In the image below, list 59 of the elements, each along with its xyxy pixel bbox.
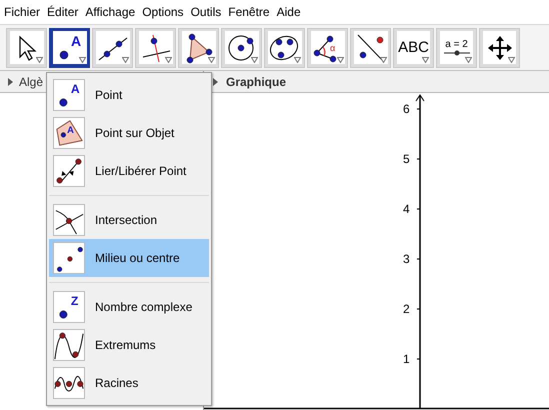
tool-button[interactable]: a = 2 [436, 28, 477, 68]
tool-button[interactable] [479, 28, 520, 68]
dropdown-item[interactable]: Intersection [49, 201, 209, 239]
dropdown-item[interactable]: A Point [49, 76, 209, 114]
menu-item[interactable]: Outils [190, 3, 222, 21]
panel-title: Graphique [226, 74, 286, 90]
expand-arrow-icon[interactable] [213, 78, 218, 86]
intersect-tool-icon [53, 204, 85, 236]
menu-item[interactable]: Fichier [4, 3, 40, 21]
menu-item[interactable]: Aide [276, 3, 301, 21]
roots-tool-icon [53, 367, 85, 399]
caret-icon [380, 57, 386, 63]
axis-tick-label: 4 [403, 202, 410, 216]
extremum-tool-icon [53, 329, 85, 361]
expand-arrow-icon[interactable] [8, 78, 13, 86]
dropdown-item[interactable]: Lier/Libérer Point [49, 152, 209, 190]
caret-icon [250, 57, 258, 63]
tool-button[interactable]: ABC [393, 28, 434, 68]
axis-tick-label: 3 [403, 252, 410, 266]
axis-tick-label: 6 [403, 102, 410, 116]
complex-tool-icon: Z [53, 291, 85, 323]
dropdown-item[interactable]: Racines [49, 364, 209, 402]
menu-item[interactable]: Options [142, 3, 184, 21]
caret-icon [465, 57, 472, 63]
axis-tick-label: 1 [403, 352, 410, 366]
caret-icon [36, 57, 42, 63]
dropdown-item[interactable]: Z Nombre complexe [49, 288, 209, 326]
text-tool-label: ABC [398, 40, 429, 55]
tool-button[interactable] [350, 28, 391, 68]
caret-icon [164, 57, 172, 63]
point-tool-icon: A [53, 79, 85, 111]
caret-icon [208, 57, 214, 63]
menu-item[interactable]: Éditer [47, 3, 78, 21]
menu-item[interactable]: Fenêtre [228, 3, 270, 21]
caret-icon [294, 57, 300, 63]
dropdown-item[interactable]: A Point sur Objet [49, 114, 209, 152]
axis-tick-label: 2 [403, 302, 410, 316]
menu-item[interactable]: Affichage [85, 3, 136, 21]
tool-button[interactable] [221, 28, 262, 68]
caret-icon [122, 57, 128, 63]
axis-tick-label: 5 [403, 152, 410, 166]
tool-button[interactable] [178, 28, 219, 68]
midpoint-tool-icon [53, 242, 85, 274]
dropdown-item[interactable]: Extremums [49, 326, 209, 364]
slider-icon [444, 50, 470, 56]
caret-icon [422, 57, 429, 63]
attach-tool-icon [53, 155, 85, 187]
point-on-object-tool-icon: A [53, 117, 85, 149]
caret-icon [508, 57, 515, 63]
tool-button[interactable] [6, 28, 47, 68]
tool-button[interactable] [135, 28, 176, 68]
caret-icon [336, 57, 344, 63]
panel-title: Algè [19, 74, 44, 90]
caret-icon [78, 57, 86, 63]
move-arrows-icon [486, 34, 512, 60]
tool-button[interactable] [264, 28, 305, 68]
tool-button[interactable] [92, 28, 133, 68]
slider-tool-label: a = 2 [445, 40, 468, 50]
dropdown-item[interactable]: Milieu ou centre [49, 239, 209, 277]
